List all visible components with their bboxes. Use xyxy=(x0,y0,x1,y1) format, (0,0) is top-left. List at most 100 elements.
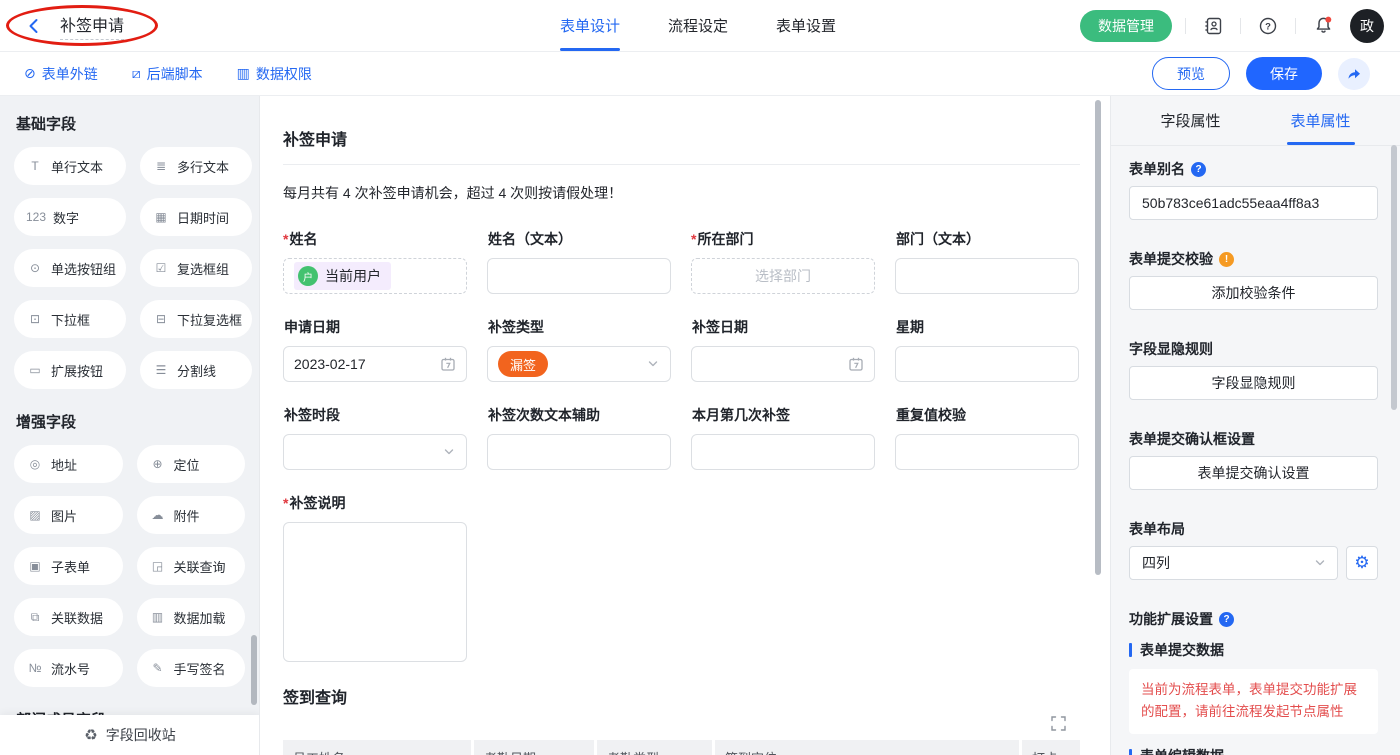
text-icon: T xyxy=(26,159,44,173)
field-item-multi-dropdown[interactable]: ⊟下拉复选框 xyxy=(140,300,252,338)
form-field-department[interactable]: *所在部门 选择部门 xyxy=(691,229,875,294)
department-picker-box[interactable]: 选择部门 xyxy=(691,258,875,294)
data-permission-link[interactable]: ▥ 数据权限 xyxy=(237,64,312,84)
canvas-scrollbar[interactable] xyxy=(1095,100,1101,575)
field-item-divider[interactable]: ☰分割线 xyxy=(140,351,252,389)
field-visibility-label: 字段显隐规则 xyxy=(1129,339,1213,359)
field-item-datetime[interactable]: ▦日期时间 xyxy=(140,198,252,236)
user-circle-icon: 户 xyxy=(298,266,318,286)
field-item-number[interactable]: 123数字 xyxy=(14,198,126,236)
name-field-box[interactable]: 户 当前用户 xyxy=(283,258,467,294)
text-input-box[interactable] xyxy=(487,434,671,470)
user-avatar[interactable]: 政 xyxy=(1350,9,1384,43)
extension-settings-label: 功能扩展设置 xyxy=(1129,609,1213,629)
form-field-sign-count-helper[interactable]: 补签次数文本辅助 xyxy=(487,405,671,470)
panel-scrollbar[interactable] xyxy=(1391,145,1397,410)
column-header[interactable]: 考勤日期 xyxy=(474,740,594,755)
field-item-linked-data[interactable]: ⧉关联数据 xyxy=(14,598,123,636)
reason-textarea[interactable] xyxy=(283,522,467,662)
field-item-single-line-text[interactable]: T单行文本 xyxy=(14,147,126,185)
field-recycle-bin[interactable]: ♻ 字段回收站 xyxy=(0,715,260,755)
help-circle-icon[interactable]: ? xyxy=(1219,612,1234,627)
layout-settings-button[interactable]: ⚙ xyxy=(1346,546,1378,580)
required-star: * xyxy=(283,495,288,511)
fullscreen-expand-icon[interactable] xyxy=(1051,716,1066,731)
select-box[interactable] xyxy=(283,434,467,470)
form-name-title[interactable]: 补签申请 xyxy=(60,12,124,40)
form-field-weekday[interactable]: 星期 xyxy=(895,317,1079,382)
field-item-multi-line-text[interactable]: ≣多行文本 xyxy=(140,147,252,185)
form-field-duplicate-check[interactable]: 重复值校验 xyxy=(895,405,1079,470)
field-item-signature[interactable]: ✎手写签名 xyxy=(137,649,246,687)
date-input-box[interactable] xyxy=(691,346,875,382)
text-input-box[interactable] xyxy=(895,434,1079,470)
column-header[interactable]: 员工姓名 xyxy=(283,740,471,755)
required-star: * xyxy=(283,231,288,247)
text-input-box[interactable] xyxy=(691,434,875,470)
field-item-data-load[interactable]: ▥数据加载 xyxy=(137,598,246,636)
tab-form-design[interactable]: 表单设计 xyxy=(560,0,620,51)
field-visibility-button[interactable]: 字段显隐规则 xyxy=(1129,366,1378,400)
field-item-image[interactable]: ▨图片 xyxy=(14,496,123,534)
current-user-tag: 户 当前用户 xyxy=(294,262,391,290)
date-input-box[interactable]: 2023-02-17 xyxy=(283,346,467,382)
text-input-box[interactable] xyxy=(487,258,671,294)
form-field-sign-period[interactable]: 补签时段 xyxy=(283,405,467,470)
sidebar-scrollbar[interactable] xyxy=(251,635,257,705)
field-item-dropdown[interactable]: ⊡下拉框 xyxy=(14,300,126,338)
cloud-upload-icon: ☁ xyxy=(149,508,167,522)
backend-script-link[interactable]: ⧄ 后端脚本 xyxy=(132,64,203,84)
data-manage-button[interactable]: 数据管理 xyxy=(1080,10,1172,42)
chevron-left-icon xyxy=(25,17,43,35)
save-button[interactable]: 保存 xyxy=(1246,57,1322,90)
field-item-serial-number[interactable]: №流水号 xyxy=(14,649,123,687)
tab-form-properties[interactable]: 表单属性 xyxy=(1291,96,1351,145)
field-item-checkbox-group[interactable]: ☑复选框组 xyxy=(140,249,252,287)
form-description[interactable]: 每月共有 4 次补签申请机会，超过 4 次则按请假处理！ xyxy=(283,183,1080,203)
form-field-apply-date[interactable]: 申请日期 2023-02-17 xyxy=(283,317,467,382)
field-item-address[interactable]: ◎地址 xyxy=(14,445,123,483)
field-item-geolocation[interactable]: ⊕定位 xyxy=(137,445,246,483)
submit-confirm-button[interactable]: 表单提交确认设置 xyxy=(1129,456,1378,490)
column-header[interactable]: 考勤类型 xyxy=(597,740,712,755)
help-circle-icon[interactable]: ? xyxy=(1191,162,1206,177)
column-header[interactable]: 签到定位 xyxy=(715,740,1019,755)
notification-bell-icon[interactable] xyxy=(1309,12,1337,40)
tab-form-setting[interactable]: 表单设置 xyxy=(776,0,836,51)
tab-field-properties[interactable]: 字段属性 xyxy=(1160,96,1220,145)
divider xyxy=(1295,18,1296,34)
select-box[interactable]: 漏签 xyxy=(487,346,671,382)
preview-button[interactable]: 预览 xyxy=(1152,57,1230,90)
form-field-sign-reason[interactable]: *补签说明 xyxy=(283,493,1080,662)
share-button[interactable] xyxy=(1338,58,1370,90)
canvas-form-title[interactable]: 补签申请 xyxy=(283,126,1080,150)
field-item-subform[interactable]: ▣子表单 xyxy=(14,547,123,585)
linked-query-icon: ◲ xyxy=(149,559,167,573)
field-item-radio-group[interactable]: ⊙单选按钮组 xyxy=(14,249,126,287)
text-input-box[interactable] xyxy=(895,346,1079,382)
properties-panel: 字段属性 表单属性 表单别名 ? 表单提交校验 ! 添加校验条件 字段显隐规则 xyxy=(1110,96,1400,755)
warning-circle-icon[interactable]: ! xyxy=(1219,252,1234,267)
address-book-icon[interactable] xyxy=(1199,12,1227,40)
form-field-sign-date[interactable]: 补签日期 xyxy=(691,317,875,382)
form-alias-input[interactable] xyxy=(1129,186,1378,220)
field-item-linked-query[interactable]: ◲关联查询 xyxy=(137,547,246,585)
form-external-link[interactable]: ⊘ 表单外链 xyxy=(24,64,98,84)
form-field-department-text[interactable]: 部门（文本） xyxy=(895,229,1079,294)
subform-title[interactable]: 签到查询 xyxy=(283,684,1080,708)
layout-select[interactable]: 四列 xyxy=(1129,546,1338,580)
form-field-name-text[interactable]: 姓名（文本） xyxy=(487,229,671,294)
column-header[interactable]: 打卡时间 xyxy=(1022,740,1080,755)
required-star: * xyxy=(691,231,696,247)
back-button[interactable] xyxy=(20,12,48,40)
tab-flow-setting[interactable]: 流程设定 xyxy=(668,0,728,51)
form-field-name[interactable]: *姓名 户 当前用户 xyxy=(283,229,467,294)
field-item-attachment[interactable]: ☁附件 xyxy=(137,496,246,534)
field-item-extend-button[interactable]: ▭扩展按钮 xyxy=(14,351,126,389)
text-input-box[interactable] xyxy=(895,258,1079,294)
form-field-month-count[interactable]: 本月第几次补签 xyxy=(691,405,875,470)
add-validation-button[interactable]: 添加校验条件 xyxy=(1129,276,1378,310)
help-icon[interactable]: ? xyxy=(1254,12,1282,40)
form-field-sign-type[interactable]: 补签类型 漏签 xyxy=(487,317,671,382)
flow-form-notice: 当前为流程表单，表单提交功能扩展的配置，请前往流程发起节点属性 xyxy=(1129,669,1378,734)
